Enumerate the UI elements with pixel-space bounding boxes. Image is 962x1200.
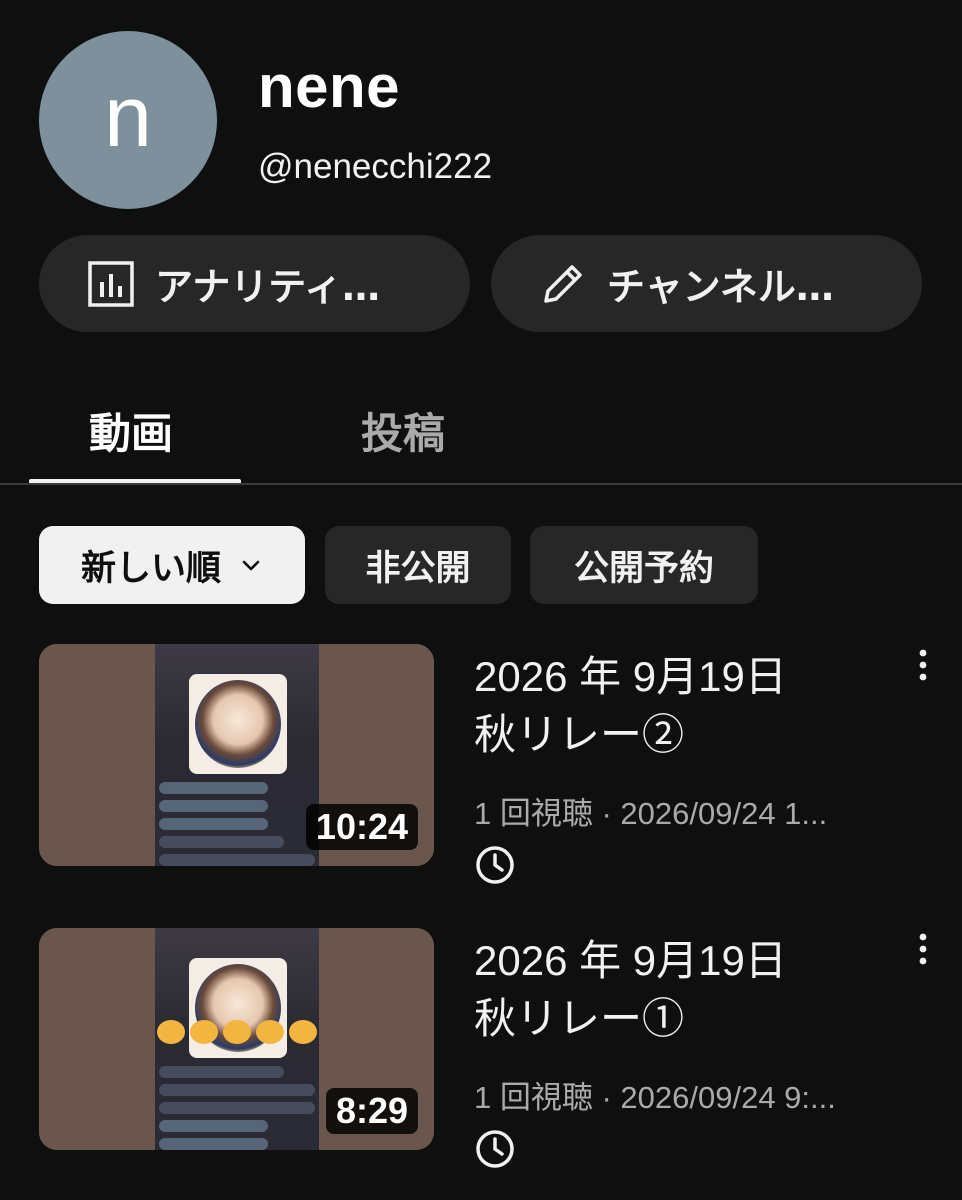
video-duration: 10:24 <box>305 804 418 850</box>
video-title-line: 2026 年 9月19日 <box>474 653 787 700</box>
channel-handle: @nenecchi222 <box>258 147 493 186</box>
chevron-down-icon <box>239 553 263 577</box>
thumbnail-frame <box>155 928 319 1150</box>
avatar[interactable]: n <box>39 31 217 209</box>
thumbnail-portrait <box>189 674 287 774</box>
video-item[interactable]: 10:24 2026 年 9月19日 秋リレー② 1 回視聴 · 2026/09… <box>0 644 962 884</box>
tab-posts[interactable]: 投稿 <box>361 400 445 461</box>
more-vert-icon[interactable] <box>908 648 938 688</box>
edit-channel-button-label: チャンネル… <box>607 265 834 309</box>
video-title-line: 2026 年 9月19日 <box>474 937 787 984</box>
content-tabs: 動画 投稿 <box>0 370 962 486</box>
video-title[interactable]: 2026 年 9月19日 秋リレー② <box>474 648 894 764</box>
analytics-button-label: アナリティ… <box>155 265 380 309</box>
video-title-line: 秋リレー② <box>474 711 685 758</box>
thumbnail-chat-overlay <box>159 782 315 866</box>
video-meta: 1 回視聴 · 2026/09/24 1... <box>474 796 828 831</box>
clock-icon <box>474 844 516 886</box>
scheduled-filter-chip[interactable]: 公開予約 <box>530 526 758 604</box>
sort-chip-label: 新しい順 <box>80 548 221 589</box>
thumbnail-chat-overlay <box>159 1066 315 1150</box>
tabs-divider <box>0 483 962 485</box>
clap-emoji-row <box>155 1020 319 1044</box>
tab-videos[interactable]: 動画 <box>89 400 173 461</box>
bar-chart-icon <box>85 258 137 310</box>
video-title[interactable]: 2026 年 9月19日 秋リレー① <box>474 932 894 1048</box>
sort-chip[interactable]: 新しい順 <box>39 526 305 604</box>
video-duration: 8:29 <box>325 1088 418 1134</box>
video-item[interactable]: 8:29 2026 年 9月19日 秋リレー① 1 回視聴 · 2026/09/… <box>0 928 962 1168</box>
channel-name: nene <box>258 53 401 120</box>
video-thumbnail[interactable]: 8:29 <box>39 928 434 1150</box>
edit-channel-button[interactable]: チャンネル… <box>491 235 922 332</box>
pencil-icon <box>537 258 589 310</box>
video-title-line: 秋リレー① <box>474 995 685 1042</box>
video-meta: 1 回視聴 · 2026/09/24 9:... <box>474 1080 836 1115</box>
private-filter-chip[interactable]: 非公開 <box>325 526 511 604</box>
more-vert-icon[interactable] <box>908 932 938 972</box>
video-thumbnail[interactable]: 10:24 <box>39 644 434 866</box>
clock-icon <box>474 1128 516 1170</box>
analytics-button[interactable]: アナリティ… <box>39 235 470 332</box>
avatar-letter: n <box>104 69 152 165</box>
thumbnail-frame <box>155 644 319 866</box>
